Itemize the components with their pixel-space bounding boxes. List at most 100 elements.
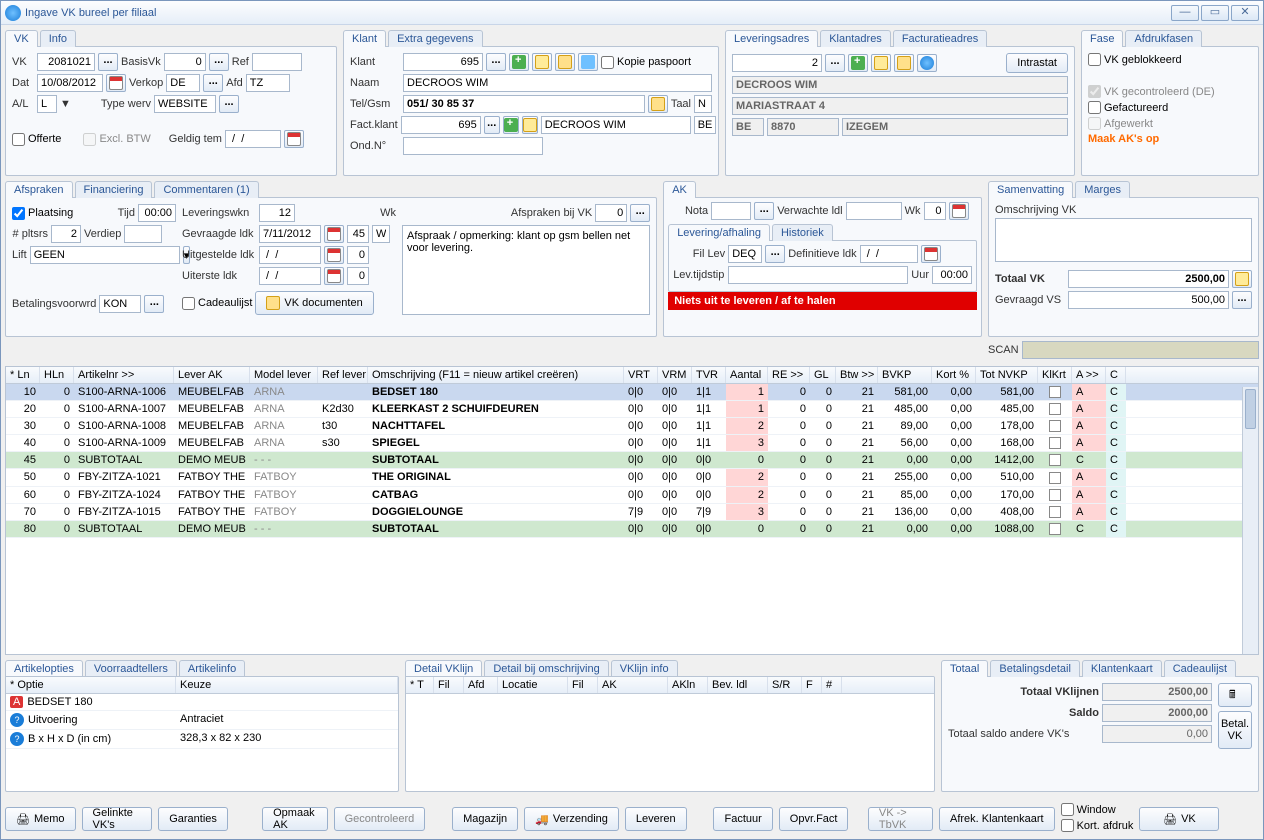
nota-lookup-button[interactable] <box>754 202 774 220</box>
klant-add-button[interactable] <box>509 53 529 71</box>
grid-header[interactable]: Lever AK <box>174 367 250 383</box>
lever-add-button[interactable] <box>848 54 868 72</box>
maakak-link[interactable]: Maak AK's op <box>1088 133 1252 145</box>
omschr-box[interactable] <box>995 218 1252 262</box>
gevraagdvs-lookup-button[interactable] <box>1232 291 1252 309</box>
tab-klantadres[interactable]: Klantadres <box>820 30 891 47</box>
al-input[interactable] <box>37 95 57 113</box>
magazijn-button[interactable]: Magazijn <box>452 807 518 831</box>
exclbtw-checkbox[interactable]: Excl. BTW <box>83 133 150 146</box>
leveren-button[interactable]: Leveren <box>625 807 687 831</box>
tab-cadeaulijst[interactable]: Cadeaulijst <box>1164 660 1236 677</box>
verkop-lookup-button[interactable] <box>203 74 223 92</box>
tab-marges[interactable]: Marges <box>1075 181 1130 198</box>
grid-header[interactable]: Aantal <box>726 367 768 383</box>
option-row[interactable]: ?B x H x D (in cm)328,3 x 82 x 230 <box>6 730 398 749</box>
dat-cal-button[interactable] <box>106 74 126 92</box>
table-row[interactable]: 500FBY-ZITZA-1021FATBOY THEFATBOYTHE ORI… <box>6 469 1258 486</box>
pltsrs-input[interactable] <box>51 225 81 243</box>
grid-header[interactable]: VRM <box>658 367 692 383</box>
table-row[interactable]: 400S100-ARNA-1009MEUBELFABARNAs30SPIEGEL… <box>6 435 1258 452</box>
levtijd-input[interactable] <box>728 266 908 284</box>
ref-input[interactable] <box>252 53 302 71</box>
betaling-lookup-button[interactable] <box>144 295 164 313</box>
grid-header[interactable]: HLn <box>40 367 74 383</box>
tab-betalingsdetail[interactable]: Betalingsdetail <box>990 660 1080 677</box>
uiterste-wk-input[interactable] <box>347 267 369 285</box>
factklant-name-input[interactable] <box>541 116 691 134</box>
klant-input[interactable] <box>403 53 483 71</box>
gevraagde-input[interactable] <box>259 225 321 243</box>
detail-header[interactable]: Bev. ldl <box>708 677 768 693</box>
garanties-button[interactable]: Garanties <box>158 807 228 831</box>
afd-input[interactable] <box>246 74 290 92</box>
verzending-button[interactable]: 🚚Verzending <box>524 807 619 831</box>
vk-lookup-button[interactable] <box>98 53 118 71</box>
geldig-cal-button[interactable] <box>284 130 304 148</box>
factklant-input[interactable] <box>401 116 481 134</box>
window-checkbox[interactable]: Window <box>1061 803 1116 816</box>
kortafdruk-checkbox[interactable]: Kort. afdruk <box>1061 819 1134 832</box>
uitgestelde-wk-input[interactable] <box>347 246 369 264</box>
main-grid[interactable]: * LnHLnArtikelnr >>Lever AKModel leverRe… <box>5 366 1259 655</box>
detail-header[interactable]: F <box>802 677 822 693</box>
detail-header[interactable]: Fil <box>434 677 464 693</box>
betaling-input[interactable] <box>99 295 141 313</box>
gevraagde-cal-button[interactable] <box>324 225 344 243</box>
gefactureerd-checkbox[interactable]: Gefactureerd <box>1088 101 1168 114</box>
minimize-button[interactable]: — <box>1171 5 1199 21</box>
tab-klantenkaart[interactable]: Klantenkaart <box>1082 660 1162 677</box>
maximize-button[interactable]: ▭ <box>1201 5 1229 21</box>
ondn-input[interactable] <box>403 137 543 155</box>
fillev-input[interactable] <box>728 245 762 263</box>
afrek-button[interactable]: Afrek. Klantenkaart <box>939 807 1055 831</box>
verwachte-input[interactable] <box>846 202 902 220</box>
grid-header[interactable]: C <box>1106 367 1126 383</box>
typewerv-lookup-button[interactable] <box>219 95 239 113</box>
uiterste-input[interactable] <box>259 267 321 285</box>
verkop-input[interactable] <box>166 74 200 92</box>
tab-facturatieadres[interactable]: Facturatieadres <box>893 30 987 47</box>
tab-commentaren[interactable]: Commentaren (1) <box>154 181 258 198</box>
detail-header[interactable]: Fil <box>568 677 598 693</box>
table-row[interactable]: 700FBY-ZITZA-1015FATBOY THEFATBOYDOGGIEL… <box>6 504 1258 521</box>
grid-header[interactable]: BVKP <box>878 367 932 383</box>
grid-header[interactable]: * Ln <box>6 367 40 383</box>
verdiep-input[interactable] <box>124 225 162 243</box>
vkdoc-button[interactable]: VK documenten <box>255 291 373 315</box>
geldig-input[interactable] <box>225 130 281 148</box>
kopie-checkbox[interactable]: Kopie paspoort <box>601 56 691 69</box>
offerte-checkbox[interactable]: Offerte <box>12 133 61 146</box>
klant-edit-button[interactable] <box>532 53 552 71</box>
table-row[interactable]: 100S100-ARNA-1006MEUBELFABARNABEDSET 180… <box>6 384 1258 401</box>
plaatsing-checkbox[interactable]: Plaatsing <box>12 207 73 220</box>
factuur-button[interactable]: Factuur <box>713 807 772 831</box>
uitgestelde-cal-button[interactable] <box>324 246 344 264</box>
detail-header[interactable]: AKln <box>668 677 708 693</box>
totaalvk-input[interactable] <box>1068 270 1229 288</box>
detail-header[interactable]: # <box>822 677 842 693</box>
basisvk-lookup-button[interactable] <box>209 53 229 71</box>
detail-header[interactable]: Afd <box>464 677 498 693</box>
tab-detailvklijn[interactable]: Detail VKlijn <box>405 660 482 677</box>
tab-samenvatting[interactable]: Samenvatting <box>988 181 1073 198</box>
lift-input[interactable] <box>30 246 180 264</box>
factklant-lookup-button[interactable] <box>484 116 500 134</box>
opmaak-button[interactable]: Opmaak AK <box>262 807 327 831</box>
grid-header[interactable]: GL <box>810 367 836 383</box>
print-vk-button[interactable]: 🖨VK <box>1139 807 1219 831</box>
tel-input[interactable] <box>403 95 645 113</box>
uur-input[interactable] <box>932 266 972 284</box>
totaal-calc-button[interactable]: 🖩 <box>1218 683 1252 707</box>
akwk-input[interactable] <box>924 202 946 220</box>
tab-vk[interactable]: VK <box>5 30 38 47</box>
betalvk-button[interactable]: Betal. VK <box>1218 711 1252 749</box>
grid-header[interactable]: A >> <box>1072 367 1106 383</box>
dat-input[interactable] <box>37 74 103 92</box>
tijd-input[interactable] <box>138 204 176 222</box>
gevraagde-wk-input[interactable] <box>347 225 369 243</box>
grid-header[interactable]: Model lever <box>250 367 318 383</box>
tab-historiek[interactable]: Historiek <box>772 224 833 241</box>
factklant-edit-button[interactable] <box>522 116 538 134</box>
tab-totaal[interactable]: Totaal <box>941 660 988 677</box>
